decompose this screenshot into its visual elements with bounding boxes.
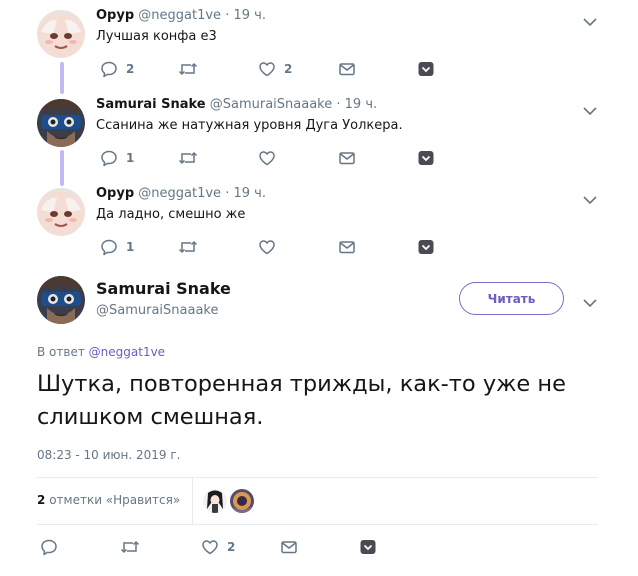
thread-tweet[interactable]: Орур @neggat1ve · 19 ч. Да ладно, смешно… bbox=[0, 186, 638, 266]
retweet-button[interactable] bbox=[120, 537, 148, 557]
like-button[interactable] bbox=[258, 148, 284, 168]
timestamp[interactable]: · 19 ч. bbox=[336, 97, 377, 112]
reply-button[interactable] bbox=[40, 537, 66, 557]
chevron-box-icon bbox=[418, 240, 434, 254]
author-name[interactable]: Samurai Snake bbox=[96, 97, 206, 112]
like-button[interactable] bbox=[258, 237, 284, 257]
more-button[interactable] bbox=[417, 148, 435, 168]
chevron-box-icon bbox=[418, 151, 434, 165]
chevron-box-icon bbox=[418, 62, 434, 76]
main-tweet-actions: 2 bbox=[40, 537, 440, 557]
reply-to-prefix: В ответ bbox=[37, 345, 85, 359]
timestamp[interactable]: · 19 ч. bbox=[225, 8, 266, 23]
follow-button[interactable]: Читать bbox=[459, 282, 564, 315]
more-button[interactable] bbox=[359, 537, 377, 557]
author-handle[interactable]: @SamuraiSnaaake bbox=[210, 97, 333, 112]
retweet-icon bbox=[178, 62, 198, 76]
reply-count: 1 bbox=[126, 240, 135, 254]
tweet-text: Да ладно, смешно же bbox=[96, 207, 246, 222]
like-count: 2 bbox=[227, 540, 236, 554]
reply-to-handle-link[interactable]: @neggat1ve bbox=[89, 345, 165, 359]
chevron-down-icon[interactable] bbox=[582, 191, 598, 205]
avatar[interactable] bbox=[37, 188, 85, 236]
reply-button[interactable]: 2 bbox=[100, 59, 134, 79]
direct-message-button[interactable] bbox=[338, 237, 356, 257]
chevron-down-icon[interactable] bbox=[582, 13, 598, 27]
main-tweet-text: Шутка, повторенная трижды, как-то уже не… bbox=[37, 371, 566, 430]
more-button[interactable] bbox=[417, 59, 435, 79]
main-tweet-datetime[interactable]: 08:23 - 10 июн. 2019 г. bbox=[37, 448, 180, 462]
chevron-down-icon[interactable] bbox=[582, 102, 598, 116]
liker-avatar[interactable] bbox=[203, 489, 227, 513]
liker-avatar[interactable] bbox=[230, 489, 254, 513]
retweet-icon bbox=[120, 540, 140, 554]
reply-icon bbox=[101, 150, 117, 167]
thread-tweet[interactable]: Орур @neggat1ve · 19 ч. Лучшая конфа е3 … bbox=[0, 8, 638, 88]
author-name[interactable]: Орур bbox=[96, 8, 134, 23]
divider bbox=[192, 477, 193, 524]
reply-icon bbox=[101, 61, 117, 78]
divider bbox=[37, 524, 598, 525]
tweet-text: Ссанина же натужная уровня Дуга Уолкера. bbox=[96, 118, 403, 133]
tweet-header: Орур @neggat1ve · 19 ч. bbox=[96, 186, 266, 201]
author-name[interactable]: Орур bbox=[96, 186, 134, 201]
envelope-icon bbox=[339, 152, 355, 165]
retweet-icon bbox=[178, 151, 198, 165]
main-tweet-avatar[interactable] bbox=[37, 276, 85, 324]
envelope-icon bbox=[339, 63, 355, 76]
more-button[interactable] bbox=[417, 237, 435, 257]
reply-count: 2 bbox=[126, 62, 135, 76]
author-handle[interactable]: @neggat1ve bbox=[138, 8, 221, 23]
main-tweet-author-name[interactable]: Samurai Snake bbox=[96, 279, 231, 298]
retweet-button[interactable] bbox=[178, 148, 206, 168]
chevron-down-icon[interactable] bbox=[582, 294, 598, 308]
reply-icon bbox=[41, 539, 57, 556]
tweet-actions: 2 2 bbox=[96, 59, 456, 79]
direct-message-button[interactable] bbox=[338, 148, 356, 168]
reply-icon bbox=[101, 239, 117, 256]
main-tweet-author-handle[interactable]: @SamuraiSnaaake bbox=[96, 303, 219, 318]
chevron-box-icon bbox=[360, 540, 376, 554]
direct-message-button[interactable] bbox=[280, 537, 298, 557]
likes-label: отметки «Нравится» bbox=[49, 493, 181, 507]
heart-icon bbox=[259, 62, 275, 77]
retweet-button[interactable] bbox=[178, 59, 206, 79]
envelope-icon bbox=[281, 541, 297, 554]
like-button[interactable]: 2 bbox=[258, 59, 292, 79]
envelope-icon bbox=[339, 241, 355, 254]
author-handle[interactable]: @neggat1ve bbox=[138, 186, 221, 201]
reply-count: 1 bbox=[126, 151, 135, 165]
heart-icon bbox=[259, 240, 275, 255]
tweet-header: Samurai Snake @SamuraiSnaaake · 19 ч. bbox=[96, 97, 377, 112]
divider bbox=[37, 477, 598, 478]
tweet-actions: 1 bbox=[96, 148, 456, 168]
heart-icon bbox=[259, 151, 275, 166]
like-count: 2 bbox=[284, 62, 293, 76]
direct-message-button[interactable] bbox=[338, 59, 356, 79]
tweet-text: Лучшая конфа е3 bbox=[96, 29, 217, 44]
likes-count-link[interactable]: 2 отметки «Нравится» bbox=[37, 493, 180, 507]
timestamp[interactable]: · 19 ч. bbox=[225, 186, 266, 201]
thread-tweet[interactable]: Samurai Snake @SamuraiSnaaake · 19 ч. Сс… bbox=[0, 97, 638, 177]
reply-context: В ответ @neggat1ve bbox=[37, 345, 165, 359]
retweet-icon bbox=[178, 240, 198, 254]
reply-button[interactable]: 1 bbox=[100, 148, 134, 168]
avatar[interactable] bbox=[37, 10, 85, 58]
tweet-actions: 1 bbox=[96, 237, 456, 257]
avatar[interactable] bbox=[37, 99, 85, 147]
retweet-button[interactable] bbox=[178, 237, 206, 257]
tweet-header: Орур @neggat1ve · 19 ч. bbox=[96, 8, 266, 23]
likes-summary: 2 отметки «Нравится» bbox=[37, 477, 598, 524]
like-button[interactable]: 2 bbox=[201, 537, 235, 557]
likes-count: 2 bbox=[37, 493, 46, 507]
heart-icon bbox=[202, 540, 218, 555]
reply-button[interactable]: 1 bbox=[100, 237, 134, 257]
